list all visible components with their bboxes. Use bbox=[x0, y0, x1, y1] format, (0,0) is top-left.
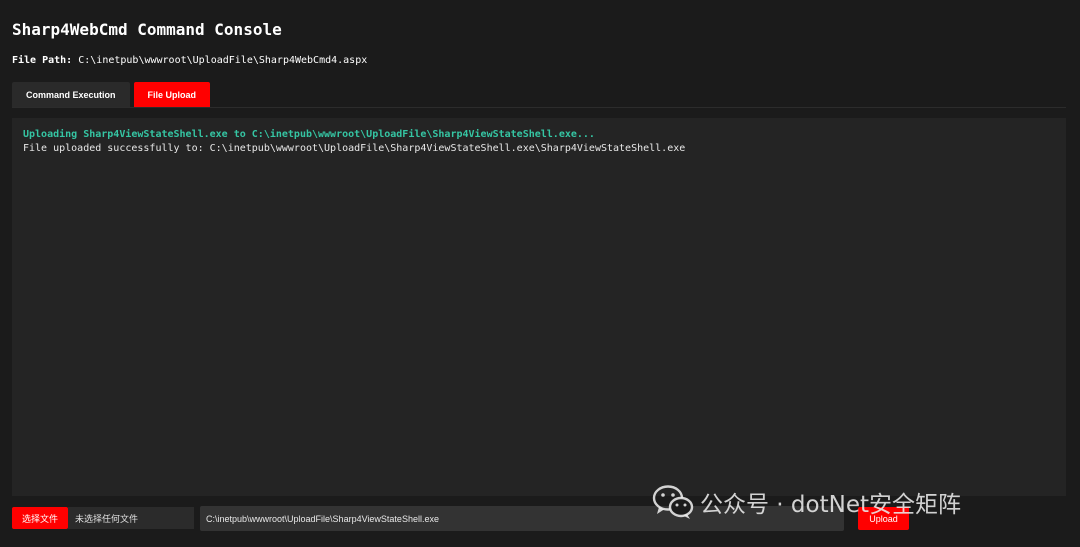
no-file-chosen-text: 未选择任何文件 bbox=[68, 507, 194, 529]
file-path-value: C:\inetpub\wwwroot\UploadFile\Sharp4WebC… bbox=[78, 55, 368, 66]
tab-bar: Command Execution File Upload bbox=[12, 82, 1066, 108]
watermark: 公众号 · dotNet安全矩阵 bbox=[652, 482, 961, 522]
watermark-text: 公众号 · dotNet安全矩阵 bbox=[700, 492, 961, 518]
tab-file-upload[interactable]: File Upload bbox=[133, 82, 211, 107]
page-title: Sharp4WebCmd Command Console bbox=[12, 20, 282, 39]
wechat-icon bbox=[652, 485, 694, 519]
file-path: File Path: C:\inetpub\wwwroot\UploadFile… bbox=[12, 55, 367, 66]
file-path-label: File Path: bbox=[12, 55, 73, 66]
console-output: Uploading Sharp4ViewStateShell.exe to C:… bbox=[12, 118, 1066, 496]
tab-command-execution[interactable]: Command Execution bbox=[12, 82, 130, 107]
choose-file-button[interactable]: 选择文件 bbox=[12, 507, 68, 529]
console-line: Uploading Sharp4ViewStateShell.exe to C:… bbox=[23, 129, 595, 140]
console-line: File uploaded successfully to: C:\inetpu… bbox=[23, 143, 686, 154]
